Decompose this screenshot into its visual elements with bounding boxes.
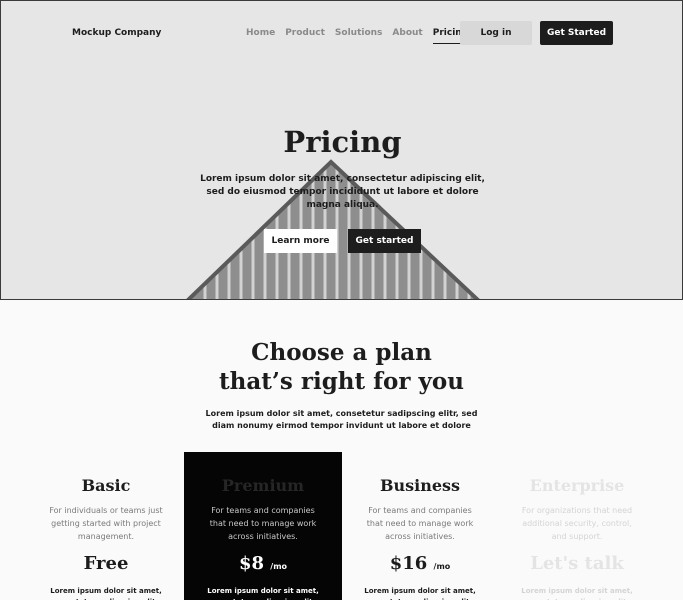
plan-description: For individuals or teams just getting st… bbox=[49, 506, 163, 541]
plan-description: For organizations that need additional s… bbox=[521, 506, 633, 541]
plan-card-premium[interactable]: Premium For teams and companies that nee… bbox=[184, 452, 342, 600]
plan-price-value: $8 bbox=[238, 553, 264, 574]
nav-link-home[interactable]: Home bbox=[246, 28, 275, 44]
learn-more-button[interactable]: Learn more bbox=[264, 229, 337, 253]
plan-feature: Lorem ipsum dolor sit amet, consetetur s… bbox=[50, 587, 162, 600]
hero-get-started-button[interactable]: Get started bbox=[348, 229, 421, 253]
plan-name: Basic bbox=[81, 476, 131, 495]
plan-description: For teams and companies that need to man… bbox=[366, 506, 474, 541]
plan-feature: Lorem ipsum dolor sit amet, consetetur s… bbox=[521, 587, 633, 600]
nav-link-solutions[interactable]: Solutions bbox=[335, 28, 383, 44]
nav-link-product[interactable]: Product bbox=[285, 28, 325, 44]
plan-price: $16 /mo bbox=[341, 553, 499, 574]
plan-name: Premium bbox=[221, 476, 305, 495]
plan-description: For teams and companies that need to man… bbox=[209, 506, 317, 541]
plan-feature: Lorem ipsum dolor sit amet, consetetur s… bbox=[364, 587, 476, 600]
plans-title: Choose a plan that’s right for you bbox=[0, 338, 683, 396]
plan-price: $8 /mo bbox=[184, 553, 342, 574]
plan-price-unit: /mo bbox=[433, 562, 451, 571]
plan-card-business[interactable]: Business For teams and companies that ne… bbox=[341, 452, 499, 600]
nav-get-started-button[interactable]: Get Started bbox=[540, 21, 613, 45]
plan-name: Enterprise bbox=[529, 476, 625, 495]
plan-card-basic[interactable]: Basic For individuals or teams just gett… bbox=[27, 452, 185, 600]
plan-price-value: Let's talk bbox=[530, 553, 624, 574]
brand-logo[interactable]: Mockup Company bbox=[72, 28, 161, 38]
plans-title-line-2: that’s right for you bbox=[219, 368, 464, 395]
hero-section: Mockup Company Home Product Solutions Ab… bbox=[0, 0, 683, 300]
plans-subtitle: Lorem ipsum dolor sit amet, consetetur s… bbox=[205, 409, 478, 430]
hero-subtitle: Lorem ipsum dolor sit amet, consectetur … bbox=[200, 174, 485, 210]
plan-name: Business bbox=[379, 476, 461, 495]
plan-card-enterprise[interactable]: Enterprise For organizations that need a… bbox=[498, 452, 656, 600]
hero-title: Pricing bbox=[283, 125, 402, 159]
plan-feature: Lorem ipsum dolor sit amet, consetetur s… bbox=[207, 587, 319, 600]
login-button[interactable]: Log in bbox=[460, 21, 532, 45]
plan-price-value: $16 bbox=[389, 553, 428, 574]
plan-price: Let's talk bbox=[498, 553, 656, 574]
plans-title-line-1: Choose a plan bbox=[251, 339, 432, 366]
nav-link-about[interactable]: About bbox=[392, 28, 422, 44]
plan-price-value: Free bbox=[83, 553, 129, 574]
plan-price-unit: /mo bbox=[270, 562, 288, 571]
plan-price: Free bbox=[27, 553, 185, 574]
main-nav: Home Product Solutions About Pricing bbox=[246, 28, 469, 44]
